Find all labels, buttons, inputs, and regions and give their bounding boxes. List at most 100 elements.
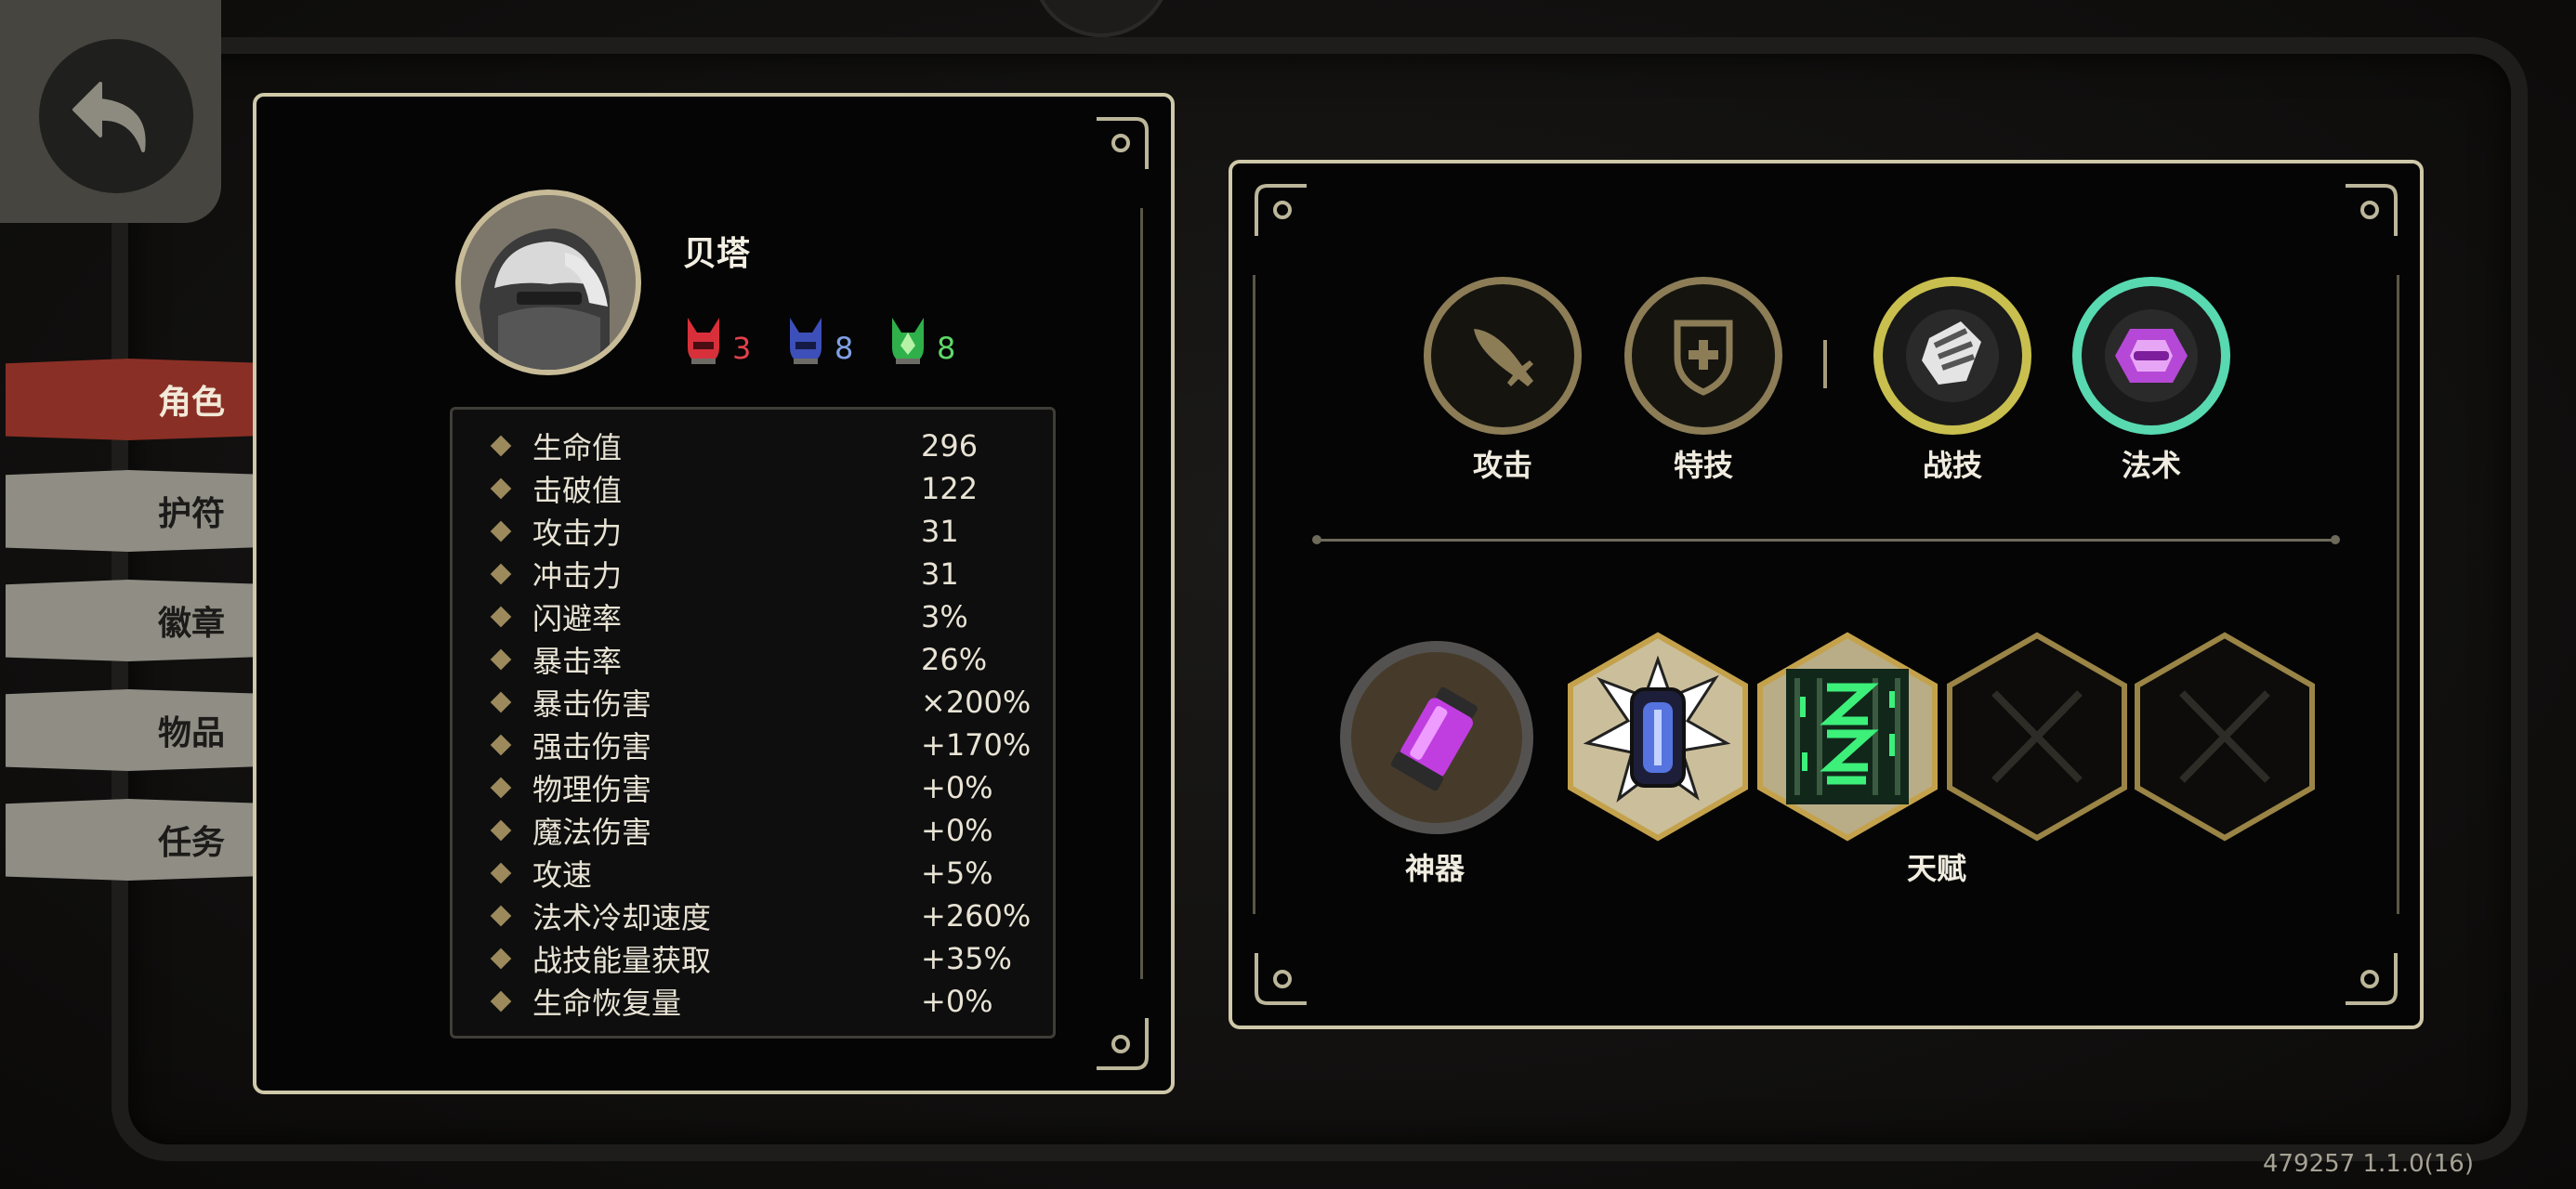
skill-label: 特技 [1673, 448, 1733, 483]
artifact-slot[interactable] [1340, 641, 1533, 834]
diamond-bullet-icon [490, 520, 512, 542]
stat-label: 魔法伤害 [532, 815, 652, 850]
stat-label: 暴击伤害 [532, 686, 652, 722]
diamond-bullet-icon [490, 819, 512, 842]
stat-row: 法术冷却速度 +260% [490, 895, 1032, 937]
panel-border-line [1140, 208, 1143, 979]
stat-row: 击破值 122 [490, 467, 979, 510]
diamond-bullet-icon [490, 905, 512, 927]
tab-label: 徽章 [157, 605, 225, 643]
stat-row: 闪避率 3% [490, 595, 968, 638]
skill-combat-art[interactable] [1873, 277, 2031, 435]
stat-row: 魔法伤害 +0% [490, 809, 993, 852]
skill-label: 攻击 [1472, 448, 1532, 483]
stat-row: 攻速 +5% [490, 852, 993, 895]
character-name: 贝塔 [683, 235, 751, 273]
stat-value: 296 [921, 428, 979, 464]
tab-label: 任务 [157, 824, 225, 862]
tab-label: 物品 [157, 714, 225, 752]
stat-value: +5% [921, 856, 993, 891]
back-arrow-icon [72, 82, 146, 152]
diamond-bullet-icon [490, 734, 512, 756]
panel-border-line [2397, 275, 2399, 914]
diamond-bullet-icon [490, 563, 512, 585]
skill-attack[interactable] [1424, 277, 1582, 435]
talent-slot[interactable] [1567, 632, 1749, 842]
stat-row: 物理伤害 +0% [490, 766, 993, 809]
character-portrait[interactable] [455, 189, 641, 375]
sword-icon [1474, 329, 1533, 386]
version-text: 479257 1.1.0(16) [2262, 1150, 2474, 1178]
stat-label: 攻速 [532, 857, 593, 893]
skill-label: 战技 [1922, 448, 1982, 483]
stat-row: 强击伤害 +170% [490, 724, 1032, 766]
diamond-bullet-icon [490, 947, 512, 970]
stat-value: +260% [921, 898, 1032, 934]
stat-label: 法术冷却速度 [532, 900, 712, 935]
shield-plus-icon [1674, 320, 1733, 396]
stat-label: 生命值 [532, 430, 623, 465]
stat-value: +0% [921, 813, 993, 848]
green-mask-icon [892, 318, 924, 364]
stat-label: 攻击力 [532, 516, 623, 551]
artifact-label: 神器 [1405, 851, 1465, 886]
back-button[interactable] [39, 39, 193, 193]
diamond-bullet-icon [490, 606, 512, 628]
stat-value: +0% [921, 770, 993, 805]
diamond-bullet-icon [490, 477, 512, 500]
stat-value: +170% [921, 727, 1032, 763]
stat-value: 26% [921, 642, 988, 677]
panel-border-line [1253, 275, 1255, 914]
talent-slot[interactable] [1946, 632, 2128, 842]
top-notch [1032, 0, 1171, 37]
corner-ornament-icon [2346, 184, 2398, 236]
stat-value: 31 [921, 556, 959, 592]
stat-value: ×200% [921, 685, 1032, 720]
diamond-bullet-icon [490, 435, 512, 457]
tab-label: 护符 [157, 495, 225, 533]
loadout-panel [1229, 160, 2424, 1029]
stat-row: 攻击力 31 [490, 510, 959, 553]
back-button-frame [0, 0, 221, 223]
skill-special[interactable] [1624, 277, 1782, 435]
stat-value: 122 [921, 471, 979, 506]
talent-slot[interactable] [2134, 632, 2316, 842]
blue-mask-icon [790, 318, 821, 364]
green-rune-icon [1786, 669, 1909, 804]
tab-label: 角色 [157, 384, 225, 422]
corner-ornament-icon [1097, 117, 1149, 169]
resource-red: 3 [684, 316, 751, 366]
skill-spell[interactable] [2072, 277, 2230, 435]
resource-blue: 8 [786, 316, 853, 366]
skill-separator [1823, 340, 1827, 388]
skill-label: 法术 [2121, 448, 2181, 483]
stat-row: 暴击伤害 ×200% [490, 681, 1032, 724]
gauntlet-icon [1906, 309, 1999, 402]
stat-value: 31 [921, 514, 959, 549]
stat-label: 击破值 [532, 473, 623, 508]
talent-label: 天赋 [1907, 851, 1967, 886]
stat-row: 暴击率 26% [490, 638, 988, 681]
stat-label: 物理伤害 [532, 772, 652, 807]
resource-value: 8 [835, 331, 854, 366]
stat-row: 生命值 296 [490, 425, 979, 467]
stat-value: +0% [921, 984, 993, 1019]
corner-ornament-icon [1097, 1018, 1149, 1070]
resource-value: 3 [732, 331, 752, 366]
stat-label: 战技能量获取 [532, 943, 712, 978]
stat-value: 3% [921, 599, 968, 634]
stat-label: 冲击力 [532, 558, 623, 594]
stats-table: 生命值 296 击破值 122 攻击力 31 冲击力 31 闪避率 3% 暴击率 26% 暴… [450, 407, 1056, 1039]
purple-canister-icon [1390, 686, 1478, 791]
corner-ornament-icon [2346, 953, 2398, 1005]
stat-label: 生命恢复量 [532, 986, 682, 1021]
talent-slot[interactable] [1756, 632, 1939, 842]
resource-green: 8 [888, 316, 955, 366]
stat-row: 战技能量获取 +35% [490, 937, 1012, 980]
resource-value: 8 [937, 331, 956, 366]
diamond-bullet-icon [490, 990, 512, 1013]
corner-ornament-icon [1255, 184, 1307, 236]
diamond-bullet-icon [490, 648, 512, 671]
red-mask-icon [688, 318, 719, 364]
armored-knight-portrait [461, 195, 636, 370]
